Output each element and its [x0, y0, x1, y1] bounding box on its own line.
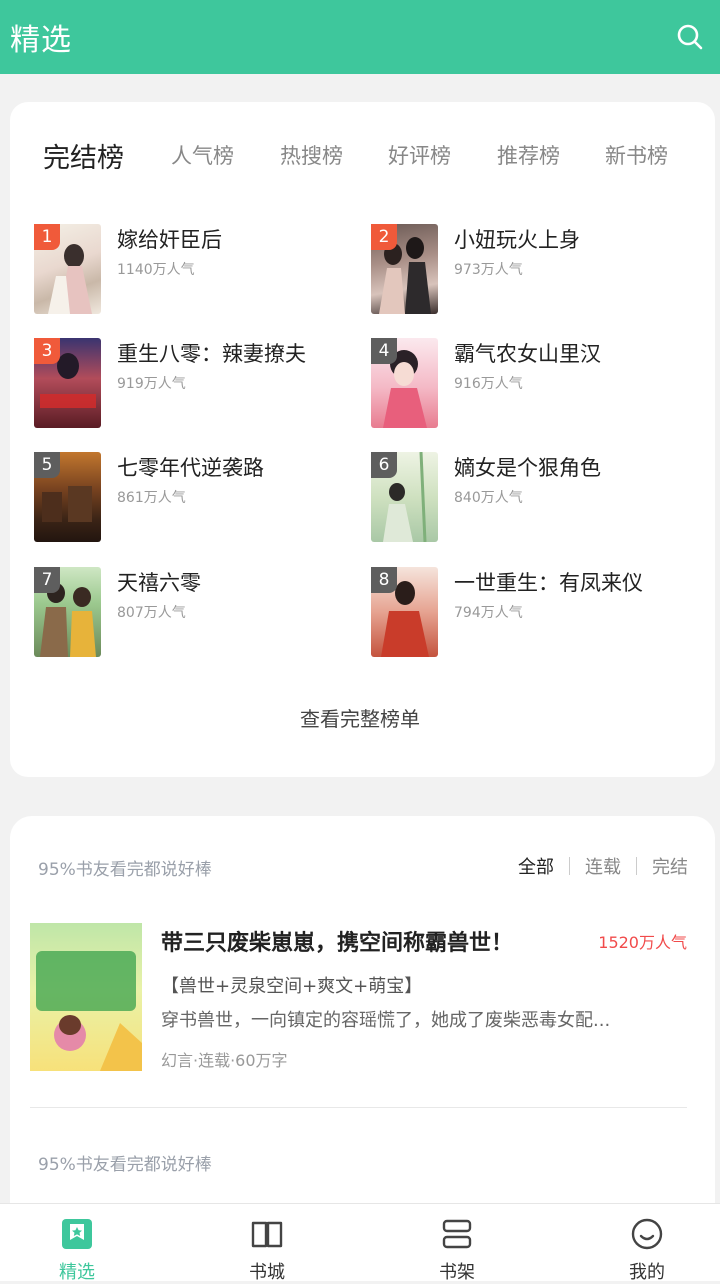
nav-bookstore-label: 书城	[249, 1262, 285, 1283]
filter-completed[interactable]: 完结	[652, 853, 688, 879]
ranking-book-item[interactable]: 6 嫡女是个狠角色 840万人气	[371, 452, 691, 544]
rank-badge: 7	[34, 567, 60, 593]
profile-icon	[629, 1216, 665, 1252]
nav-featured-label: 精选	[59, 1262, 95, 1283]
ranking-book-item[interactable]: 3 重生八零：辣妻撩夫 919万人气	[34, 338, 334, 430]
featured-icon	[59, 1216, 95, 1252]
feature-book-description: 穿书兽世，一向镇定的容瑶慌了，她成了废柴恶毒女配...	[161, 1010, 611, 1031]
feature-book-title[interactable]: 带三只废柴崽崽，携空间称霸兽世！	[161, 925, 513, 957]
book-popularity: 807万人气	[117, 605, 186, 621]
bottom-nav: 精选 书城 书架 我的	[0, 1203, 720, 1283]
book-popularity: 916万人气	[454, 376, 523, 392]
book-title: 嫡女是个狠角色	[454, 456, 601, 480]
book-title: 七零年代逆袭路	[117, 456, 264, 480]
recommend-filters: 全部 连载 完结	[518, 853, 688, 879]
book-popularity: 794万人气	[454, 605, 523, 621]
ranking-book-item[interactable]: 4 霸气农女山里汉 916万人气	[371, 338, 691, 430]
tab-hot-search[interactable]: 热搜榜	[280, 140, 343, 170]
rank-badge: 4	[371, 338, 397, 364]
tab-new-books[interactable]: 新书榜	[605, 140, 668, 170]
book-popularity: 840万人气	[454, 490, 523, 506]
filter-divider	[636, 857, 637, 875]
recommend-headline: 95%书友看完都说好棒	[38, 860, 212, 880]
nav-profile-label: 我的	[629, 1262, 665, 1283]
ranking-book-item[interactable]: 7 天禧六零 807万人气	[34, 567, 334, 659]
feature-book-tags: 【兽世+灵泉空间+爽文+萌宝】	[161, 976, 423, 997]
rank-badge: 3	[34, 338, 60, 364]
filter-divider	[569, 857, 570, 875]
rank-badge: 6	[371, 452, 397, 478]
nav-profile[interactable]: 我的	[587, 1204, 707, 1283]
ranking-card	[10, 102, 715, 777]
book-title: 小妞玩火上身	[454, 228, 580, 252]
feature-book-meta: 幻言·连载·60万字	[161, 1051, 288, 1070]
book-title: 嫁给奸臣后	[117, 228, 222, 252]
ranking-book-item[interactable]: 8 一世重生：有凤来仪 794万人气	[371, 567, 691, 659]
divider	[30, 1107, 687, 1108]
rank-badge: 8	[371, 567, 397, 593]
search-icon[interactable]	[670, 17, 710, 57]
rank-badge: 5	[34, 452, 60, 478]
ranking-book-item[interactable]: 1 嫁给奸臣后 1140万人气	[34, 224, 334, 316]
filter-all[interactable]: 全部	[518, 853, 554, 879]
tab-popular[interactable]: 人气榜	[171, 140, 234, 170]
tab-good-review[interactable]: 好评榜	[388, 140, 451, 170]
tab-completed[interactable]: 完结榜	[43, 136, 124, 175]
book-title: 霸气农女山里汉	[454, 342, 601, 366]
rank-badge: 2	[371, 224, 397, 250]
filter-serializing[interactable]: 连载	[585, 853, 621, 879]
bookshelf-icon	[439, 1216, 475, 1252]
tab-recommended[interactable]: 推荐榜	[497, 140, 560, 170]
book-popularity: 1140万人气	[117, 262, 195, 278]
book-title: 一世重生：有凤来仪	[454, 571, 643, 595]
feature-book-popularity: 1520万人气	[598, 933, 687, 952]
book-popularity: 861万人气	[117, 490, 186, 506]
nav-bookstore[interactable]: 书城	[207, 1204, 327, 1283]
rank-badge: 1	[34, 224, 60, 250]
book-title: 天禧六零	[117, 571, 201, 595]
ranking-tabs: 完结榜 人气榜 热搜榜 好评榜 推荐榜 新书榜	[0, 140, 720, 180]
view-full-ranking-link[interactable]: 查看完整榜单	[0, 703, 720, 732]
nav-featured[interactable]: 精选	[17, 1204, 137, 1283]
ranking-book-item[interactable]: 5 七零年代逆袭路 861万人气	[34, 452, 334, 544]
recommend-headline: 95%书友看完都说好棒	[38, 1155, 212, 1175]
nav-bookshelf[interactable]: 书架	[397, 1204, 517, 1283]
top-bar: 精选	[0, 0, 720, 74]
page-title: 精选	[10, 23, 72, 58]
ranking-book-item[interactable]: 2 小妞玩火上身 973万人气	[371, 224, 691, 316]
nav-bookshelf-label: 书架	[439, 1262, 475, 1283]
book-popularity: 973万人气	[454, 262, 523, 278]
book-icon	[249, 1216, 285, 1252]
book-popularity: 919万人气	[117, 376, 186, 392]
book-title: 重生八零：辣妻撩夫	[117, 342, 306, 366]
feature-book-cover[interactable]	[30, 923, 142, 1071]
